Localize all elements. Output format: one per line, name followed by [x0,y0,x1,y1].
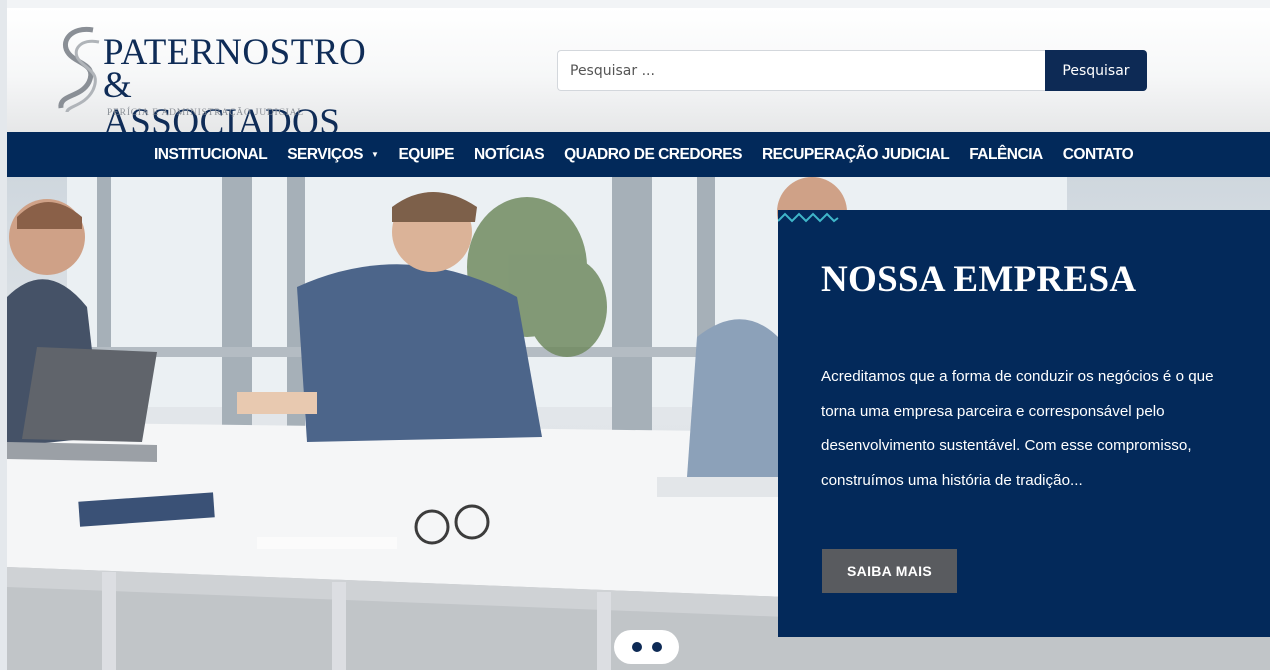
slider-dot-1[interactable] [631,642,642,652]
page-left-edge [0,0,7,670]
search-input[interactable] [557,50,1045,91]
nav-item-noticias[interactable]: NOTÍCIAS [474,146,545,164]
caret-down-icon: ▼ [371,150,379,159]
search-form: Pesquisar [557,50,1147,91]
logo-emblem-icon [58,26,100,113]
nav-item-contato[interactable]: CONTATO [1063,146,1134,164]
site: PATERNOSTRO & ASSOCIADOS PERÍCIA E ADMIN… [7,8,1270,670]
hero-title: NOSSA EMPRESA [821,259,1137,300]
header: PATERNOSTRO & ASSOCIADOS PERÍCIA E ADMIN… [7,8,1270,141]
nav-item-label: SERVIÇOS [287,145,364,163]
nav-item-quadro-de-credores[interactable]: QUADRO DE CREDORES [564,146,742,164]
logo-title-line2: & ASSOCIADOS [103,65,341,143]
hero-panel: NOSSA EMPRESA Acreditamos que a forma de… [778,210,1270,637]
hero-slider: NOSSA EMPRESA Acreditamos que a forma de… [7,177,1270,670]
page-top-edge [0,0,1270,8]
logo-tagline: PERÍCIA E ADMINISTRAÇÃO JUDICIAL [107,108,304,118]
saiba-mais-button[interactable]: SAIBA MAIS [822,549,957,593]
nav-item-falencia[interactable]: FALÊNCIA [969,146,1043,164]
search-button[interactable]: Pesquisar [1045,50,1147,91]
logo-title-line1: PATERNOSTRO [103,32,367,73]
main-nav: INSTITUCIONAL SERVIÇOS ▼ EQUIPE NOTÍCIAS… [7,132,1270,177]
slider-dot-2[interactable] [651,642,662,652]
logo[interactable]: PATERNOSTRO & ASSOCIADOS PERÍCIA E ADMIN… [53,22,373,141]
nav-item-institucional[interactable]: INSTITUCIONAL [154,146,268,164]
nav-item-recuperacao-judicial[interactable]: RECUPERAÇÃO JUDICIAL [762,146,950,164]
nav-item-servicos[interactable]: SERVIÇOS ▼ [287,145,379,164]
hero-description: Acreditamos que a forma de conduzir os n… [821,368,1214,489]
wave-divider-icon [778,212,839,223]
nav-item-equipe[interactable]: EQUIPE [398,146,454,164]
slider-pagination [614,630,679,664]
